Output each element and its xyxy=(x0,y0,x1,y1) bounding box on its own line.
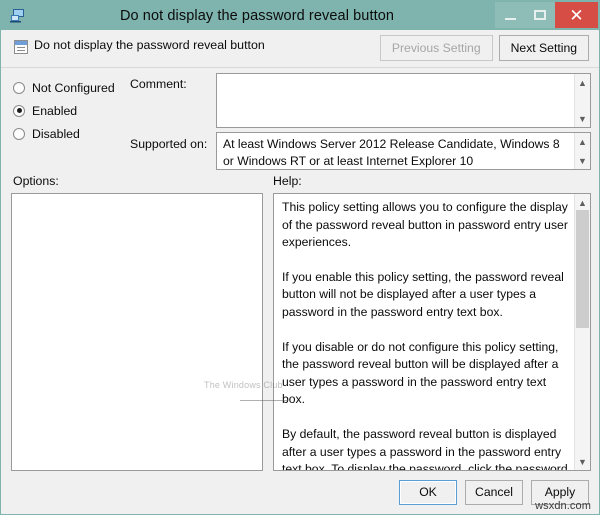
radio-icon xyxy=(13,82,25,94)
scroll-up-icon[interactable]: ▲ xyxy=(575,195,590,210)
help-scrollbar[interactable]: ▲ ▼ xyxy=(574,194,590,470)
help-paragraph: If you disable or do not configure this … xyxy=(282,339,568,409)
apply-button[interactable]: Apply xyxy=(531,480,589,505)
scroll-up-icon[interactable]: ▲ xyxy=(575,134,590,149)
supported-on-value: At least Windows Server 2012 Release Can… xyxy=(217,133,579,169)
help-label: Help: xyxy=(273,174,302,188)
radio-icon xyxy=(13,128,25,140)
comment-label: Comment: xyxy=(130,77,187,91)
radio-label-enabled: Enabled xyxy=(32,104,77,118)
radio-icon xyxy=(13,105,25,117)
pane-labels: Options: Help: xyxy=(1,171,599,193)
setting-header: Do not display the password reveal butto… xyxy=(1,30,599,68)
help-text: This policy setting allows you to config… xyxy=(274,194,576,471)
help-paragraph: This policy setting allows you to config… xyxy=(282,199,568,252)
help-paragraph: If you enable this policy setting, the p… xyxy=(282,269,568,322)
scroll-down-icon[interactable]: ▼ xyxy=(575,454,590,469)
options-label: Options: xyxy=(13,174,59,188)
scroll-down-icon[interactable]: ▼ xyxy=(575,111,590,126)
comment-field[interactable]: ▲ ▼ xyxy=(216,73,591,128)
scroll-up-icon[interactable]: ▲ xyxy=(575,75,590,90)
comment-value xyxy=(217,74,590,77)
minimize-button[interactable] xyxy=(495,2,525,28)
close-button[interactable]: ✕ xyxy=(555,2,598,28)
scrollbar-thumb[interactable] xyxy=(576,210,589,328)
setting-state-area: Not Configured Enabled Disabled Comment:… xyxy=(1,68,599,171)
footer-buttons: OK Cancel Apply xyxy=(399,480,589,505)
maximize-button[interactable] xyxy=(525,2,555,28)
radio-label-not-configured: Not Configured xyxy=(32,81,115,95)
help-pane[interactable]: This policy setting allows you to config… xyxy=(273,193,591,471)
state-radio-group: Not Configured Enabled Disabled xyxy=(13,76,128,145)
options-content xyxy=(12,194,262,197)
ok-button[interactable]: OK xyxy=(399,480,457,505)
minimize-icon xyxy=(505,18,516,20)
scroll-down-icon[interactable]: ▼ xyxy=(575,153,590,168)
setting-navigation: Previous Setting Next Setting xyxy=(380,35,589,61)
cancel-button[interactable]: Cancel xyxy=(465,480,523,505)
next-setting-button[interactable]: Next Setting xyxy=(499,35,589,61)
comment-scrollbar[interactable]: ▲ ▼ xyxy=(574,74,590,127)
panes-area: This policy setting allows you to config… xyxy=(1,193,599,475)
policy-setting-icon xyxy=(14,40,28,54)
supported-on-label: Supported on: xyxy=(130,137,207,151)
radio-label-disabled: Disabled xyxy=(32,127,80,141)
previous-setting-button[interactable]: Previous Setting xyxy=(380,35,493,61)
help-paragraph: By default, the password reveal button i… xyxy=(282,426,568,471)
radio-enabled[interactable]: Enabled xyxy=(13,99,128,122)
radio-disabled[interactable]: Disabled xyxy=(13,122,128,145)
title-bar[interactable]: Do not display the password reveal butto… xyxy=(1,1,599,30)
setting-title: Do not display the password reveal butto… xyxy=(34,38,265,52)
supported-on-scrollbar[interactable]: ▲ ▼ xyxy=(574,133,590,169)
window-controls: ✕ xyxy=(495,2,598,28)
close-icon: ✕ xyxy=(569,7,583,24)
options-pane[interactable] xyxy=(11,193,263,471)
radio-not-configured[interactable]: Not Configured xyxy=(13,76,128,99)
policy-editor-icon xyxy=(9,7,26,24)
maximize-icon xyxy=(534,10,546,20)
dialog-footer: OK Cancel Apply xyxy=(1,475,599,515)
supported-on-field: At least Windows Server 2012 Release Can… xyxy=(216,132,591,170)
group-policy-setting-dialog: Do not display the password reveal butto… xyxy=(0,0,600,515)
